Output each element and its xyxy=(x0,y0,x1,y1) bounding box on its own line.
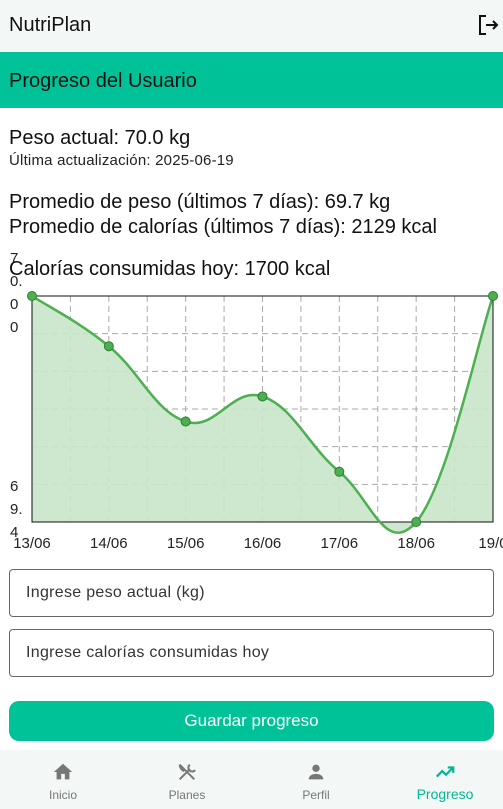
x-tick-label: 18/06 xyxy=(397,535,435,550)
x-tick-label: 13/06 xyxy=(13,535,51,550)
x-tick-label: 16/06 xyxy=(244,535,282,550)
chart-point xyxy=(27,291,37,301)
chart-point xyxy=(334,466,345,477)
nav-item-perfil[interactable]: Perfil xyxy=(253,750,379,809)
logout-icon[interactable] xyxy=(476,13,500,37)
calories-input[interactable] xyxy=(9,629,494,677)
y-tick-label: 0 xyxy=(10,319,18,336)
weight-chart: 70.0069.40 13/0614/0615/0616/0617/0618/0… xyxy=(10,250,503,550)
chart-point xyxy=(180,416,191,427)
x-tick-label: 14/06 xyxy=(90,535,128,550)
chart-point xyxy=(411,517,422,527)
nav-item-inicio[interactable]: Inicio xyxy=(0,750,126,809)
y-tick-label: 6 xyxy=(10,478,18,495)
app-bar: NutriPlan xyxy=(0,0,503,52)
weight-input[interactable] xyxy=(9,569,494,617)
x-tick-label: 17/06 xyxy=(321,535,359,550)
nav-label-perfil: Perfil xyxy=(302,788,330,802)
average-calories: Promedio de calorías (últimos 7 días): 2… xyxy=(9,216,437,238)
utensils-icon xyxy=(178,763,196,781)
x-tick-label: 19/0 xyxy=(478,535,503,550)
nav-label-progreso: Progreso xyxy=(416,786,474,802)
average-weight: Promedio de peso (últimos 7 días): 69.7 … xyxy=(9,191,391,213)
nav-label-inicio: Inicio xyxy=(48,788,77,802)
chart-point xyxy=(103,341,114,352)
home-icon xyxy=(53,763,73,780)
chart-point xyxy=(488,291,498,301)
last-update: Última actualización: 2025-06-19 xyxy=(9,152,234,169)
bottom-navigation: Inicio Planes Perfil Progreso xyxy=(0,750,503,809)
app-title: NutriPlan xyxy=(9,14,92,36)
current-weight: Peso actual: 70.0 kg xyxy=(9,127,191,149)
chart-point xyxy=(257,391,268,402)
nav-item-planes[interactable]: Planes xyxy=(124,750,250,809)
nav-label-planes: Planes xyxy=(168,788,206,802)
y-tick-label: 0 xyxy=(10,296,18,313)
y-tick-label: 9. xyxy=(10,501,23,518)
x-tick-label: 15/06 xyxy=(167,535,205,550)
save-progress-button[interactable]: Guardar progreso xyxy=(9,701,494,741)
person-icon xyxy=(308,764,324,780)
nav-item-progreso[interactable]: Progreso xyxy=(382,750,503,809)
section-title: Progreso del Usuario xyxy=(9,70,197,92)
section-header: Progreso del Usuario xyxy=(0,52,503,108)
trending-up-icon xyxy=(435,766,455,778)
calories-today: Calorías consumidas hoy: 1700 kcal xyxy=(9,258,331,280)
